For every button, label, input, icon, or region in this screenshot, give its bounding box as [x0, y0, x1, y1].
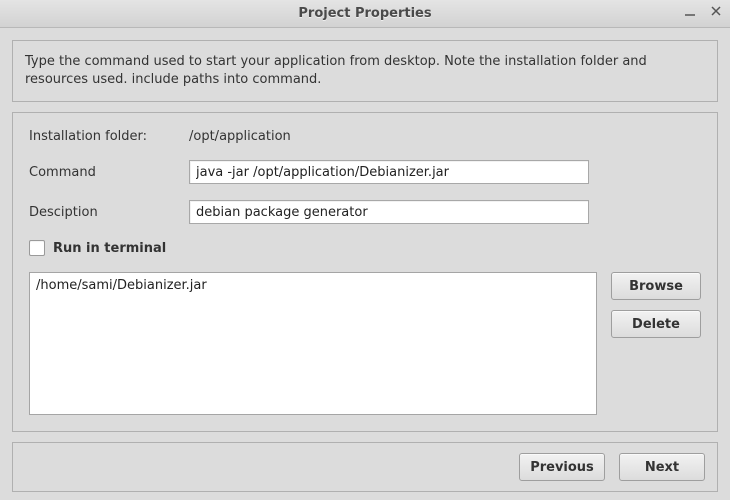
run-in-terminal-checkbox[interactable]	[29, 240, 45, 256]
run-in-terminal-row: Run in terminal	[29, 240, 701, 256]
install-folder-value: /opt/application	[189, 129, 291, 144]
file-buttons: Browse Delete	[611, 272, 701, 415]
window-title: Project Properties	[0, 6, 730, 21]
window-controls	[682, 4, 724, 20]
command-label: Command	[29, 165, 189, 180]
file-area: /home/sami/Debianizer.jar Browse Delete	[29, 272, 701, 415]
form-frame: Installation folder: /opt/application Co…	[12, 112, 718, 432]
help-text: Type the command used to start your appl…	[25, 54, 647, 87]
description-label: Desciption	[29, 205, 189, 220]
wizard-button-bar: Previous Next	[12, 442, 718, 492]
command-input[interactable]	[189, 160, 589, 184]
description-input[interactable]	[189, 200, 589, 224]
project-properties-window: Project Properties Type the command used…	[0, 0, 730, 500]
delete-button[interactable]: Delete	[611, 310, 701, 338]
run-in-terminal-label: Run in terminal	[53, 241, 166, 256]
next-button[interactable]: Next	[619, 453, 705, 481]
minimize-button[interactable]	[682, 4, 698, 20]
install-folder-label: Installation folder:	[29, 129, 189, 144]
list-item[interactable]: /home/sami/Debianizer.jar	[36, 277, 590, 295]
help-text-frame: Type the command used to start your appl…	[12, 40, 718, 102]
previous-button[interactable]: Previous	[519, 453, 605, 481]
content-area: Type the command used to start your appl…	[0, 28, 730, 500]
command-row: Command	[29, 160, 701, 184]
file-list[interactable]: /home/sami/Debianizer.jar	[29, 272, 597, 415]
browse-button[interactable]: Browse	[611, 272, 701, 300]
install-folder-row: Installation folder: /opt/application	[29, 129, 701, 144]
close-button[interactable]	[708, 4, 724, 20]
description-row: Desciption	[29, 200, 701, 224]
title-bar: Project Properties	[0, 0, 730, 28]
